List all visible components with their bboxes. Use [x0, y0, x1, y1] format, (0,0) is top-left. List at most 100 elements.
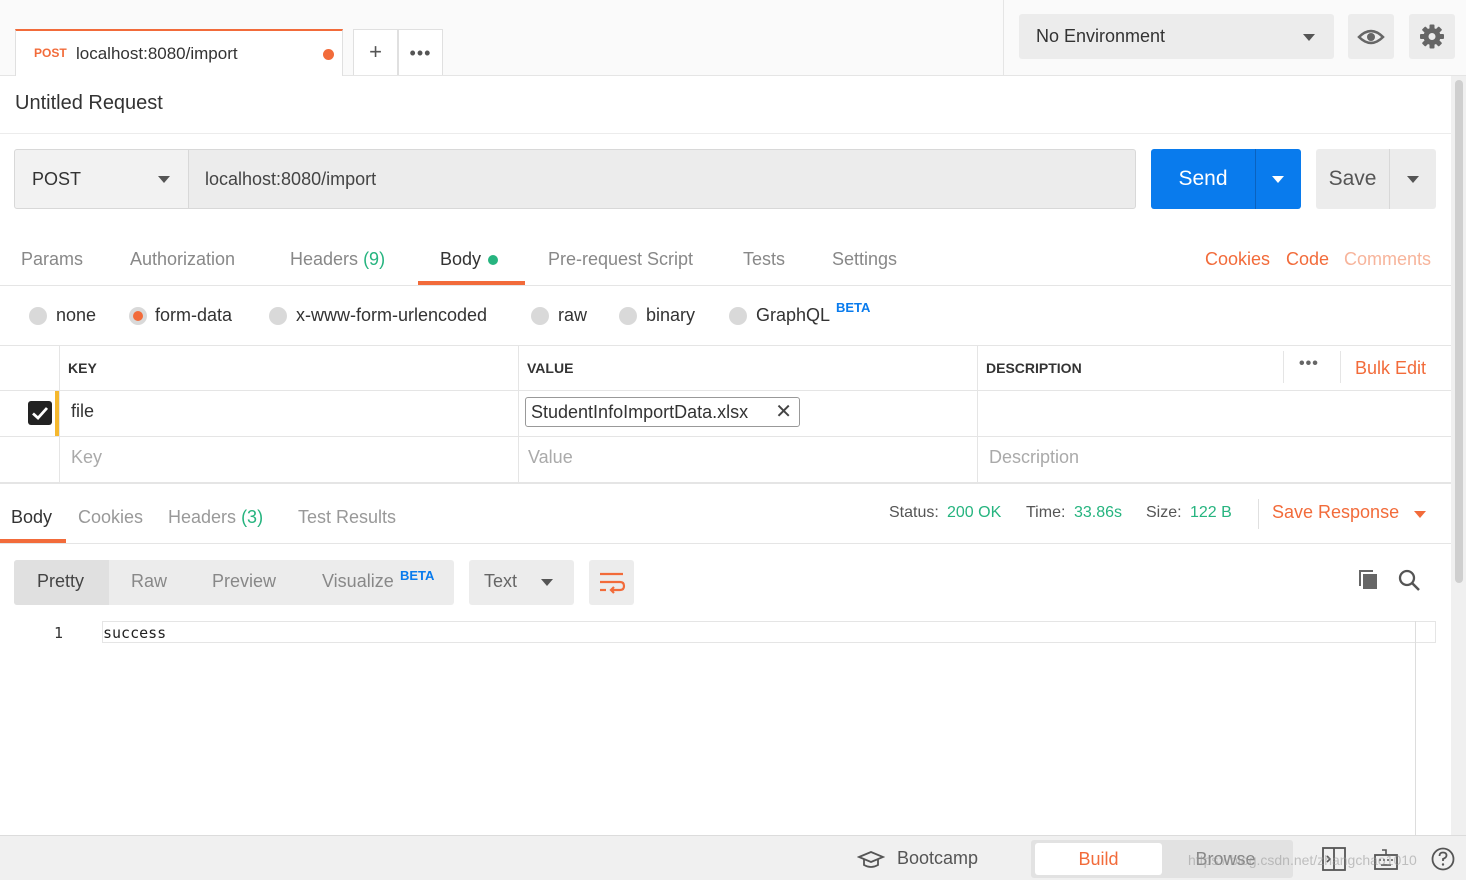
- request-tab-url: localhost:8080/import: [76, 44, 238, 63]
- chevron-down-icon: [1272, 176, 1284, 183]
- search-icon[interactable]: [1396, 567, 1422, 593]
- save-button[interactable]: Save: [1316, 149, 1389, 209]
- radio-none[interactable]: [29, 307, 47, 325]
- method-select[interactable]: POST: [14, 149, 189, 209]
- radio-graphql-label[interactable]: GraphQL: [756, 305, 830, 326]
- beta-badge: BETA: [400, 568, 435, 583]
- line-number: 1: [54, 624, 64, 642]
- radio-raw-label[interactable]: raw: [558, 305, 587, 326]
- time-value[interactable]: 33.86s: [1074, 504, 1122, 522]
- body-active-dot: [488, 255, 499, 265]
- radio-raw[interactable]: [531, 307, 549, 325]
- bootcamp-link[interactable]: Bootcamp: [897, 848, 978, 869]
- size-value[interactable]: 122 B: [1190, 504, 1232, 522]
- radio-form-data-label[interactable]: form-data: [155, 305, 232, 326]
- bootcamp-icon[interactable]: [857, 849, 885, 871]
- response-tab-body[interactable]: Body: [11, 507, 52, 528]
- wrap-lines-button[interactable]: [589, 560, 634, 605]
- tab-body-label: Body: [440, 249, 482, 269]
- row-active-indicator: [55, 391, 59, 436]
- copy-icon[interactable]: [1357, 567, 1383, 593]
- tab-settings[interactable]: Settings: [832, 249, 897, 270]
- help-icon[interactable]: [1430, 846, 1456, 872]
- active-line-highlight: [102, 621, 1436, 643]
- response-body-text[interactable]: success: [103, 624, 166, 642]
- radio-binary[interactable]: [619, 307, 637, 325]
- request-tab[interactable]: POST localhost:8080/import: [15, 29, 343, 76]
- new-tab-button[interactable]: +: [353, 29, 398, 75]
- eye-icon: [1357, 29, 1385, 45]
- cookies-link[interactable]: Cookies: [1205, 249, 1270, 270]
- wrap-lines-icon: [600, 572, 626, 594]
- request-title[interactable]: Untitled Request: [15, 92, 163, 115]
- divider: [977, 345, 978, 483]
- build-button[interactable]: Build: [1035, 843, 1162, 875]
- response-tab-headers[interactable]: Headers (3): [168, 507, 263, 528]
- chevron-down-icon: [1303, 34, 1315, 41]
- request-tab-method: POST: [34, 46, 67, 60]
- code-link[interactable]: Code: [1286, 249, 1329, 270]
- response-panel: [0, 483, 1451, 835]
- tab-body[interactable]: Body: [440, 249, 499, 270]
- send-options-button[interactable]: [1255, 149, 1301, 209]
- new-description-input[interactable]: Description: [989, 447, 1079, 468]
- environment-select[interactable]: No Environment: [1019, 14, 1334, 59]
- close-icon[interactable]: ✕: [775, 398, 792, 426]
- tab-headers-label: Headers: [290, 249, 359, 269]
- environment-quick-look-button[interactable]: [1348, 14, 1394, 59]
- chevron-down-icon: [1407, 176, 1419, 183]
- chevron-down-icon: [158, 176, 170, 183]
- radio-none-label[interactable]: none: [56, 305, 96, 326]
- radio-urlencoded[interactable]: [269, 307, 287, 325]
- settings-button[interactable]: [1409, 14, 1455, 59]
- file-chip[interactable]: StudentInfoImportData.xlsx ✕: [525, 397, 800, 427]
- editor-ruler: [1415, 621, 1416, 835]
- radio-binary-label[interactable]: binary: [646, 305, 695, 326]
- unsaved-indicator: [323, 49, 334, 60]
- divider: [1283, 351, 1284, 383]
- divider: [59, 345, 60, 483]
- response-tab-test-results[interactable]: Test Results: [298, 507, 396, 528]
- chevron-down-icon[interactable]: [1414, 511, 1426, 518]
- tab-authorization[interactable]: Authorization: [130, 249, 235, 270]
- url-input[interactable]: localhost:8080/import: [188, 149, 1136, 209]
- radio-form-data[interactable]: [129, 307, 147, 325]
- file-chip-name: StudentInfoImportData.xlsx: [531, 402, 749, 422]
- view-mode-preview[interactable]: Preview: [212, 571, 276, 592]
- scrollbar-thumb[interactable]: [1455, 80, 1463, 583]
- comments-link[interactable]: Comments: [1344, 249, 1431, 270]
- format-select[interactable]: Text: [469, 560, 574, 605]
- tab-headers-count: (9): [363, 249, 386, 269]
- gear-icon: [1420, 24, 1444, 49]
- divider: [518, 345, 519, 483]
- save-response-button[interactable]: Save Response: [1272, 502, 1399, 523]
- radio-graphql[interactable]: [729, 307, 747, 325]
- divider: [0, 543, 1451, 544]
- status-value[interactable]: 200 OK: [947, 504, 1001, 522]
- view-mode-pretty-label[interactable]: Pretty: [37, 571, 84, 592]
- tab-prerequest-script[interactable]: Pre-request Script: [548, 249, 693, 270]
- tab-params[interactable]: Params: [21, 249, 83, 270]
- divider: [0, 345, 1451, 346]
- radio-urlencoded-label[interactable]: x-www-form-urlencoded: [296, 305, 487, 326]
- column-header-description: DESCRIPTION: [986, 360, 1082, 376]
- tab-headers[interactable]: Headers (9): [290, 249, 385, 270]
- save-options-button[interactable]: [1389, 149, 1436, 209]
- plus-icon: +: [369, 39, 382, 64]
- beta-badge: BETA: [836, 300, 871, 315]
- method-select-label: POST: [32, 169, 82, 189]
- new-value-input[interactable]: Value: [528, 447, 573, 468]
- tab-options-button[interactable]: •••: [398, 29, 443, 75]
- bulk-edit-link[interactable]: Bulk Edit: [1355, 358, 1426, 379]
- row-checkbox[interactable]: [28, 401, 52, 425]
- send-button[interactable]: Send: [1151, 149, 1255, 209]
- row-key-input[interactable]: file: [71, 401, 94, 422]
- response-tab-cookies[interactable]: Cookies: [78, 507, 143, 528]
- response-tab-headers-label: Headers: [168, 507, 237, 527]
- new-key-input[interactable]: Key: [71, 447, 102, 468]
- view-mode-raw[interactable]: Raw: [131, 571, 167, 592]
- view-mode-visualize[interactable]: Visualize: [322, 571, 394, 592]
- divider: [0, 483, 1451, 484]
- more-icon[interactable]: •••: [1299, 355, 1319, 373]
- tab-tests[interactable]: Tests: [743, 249, 785, 270]
